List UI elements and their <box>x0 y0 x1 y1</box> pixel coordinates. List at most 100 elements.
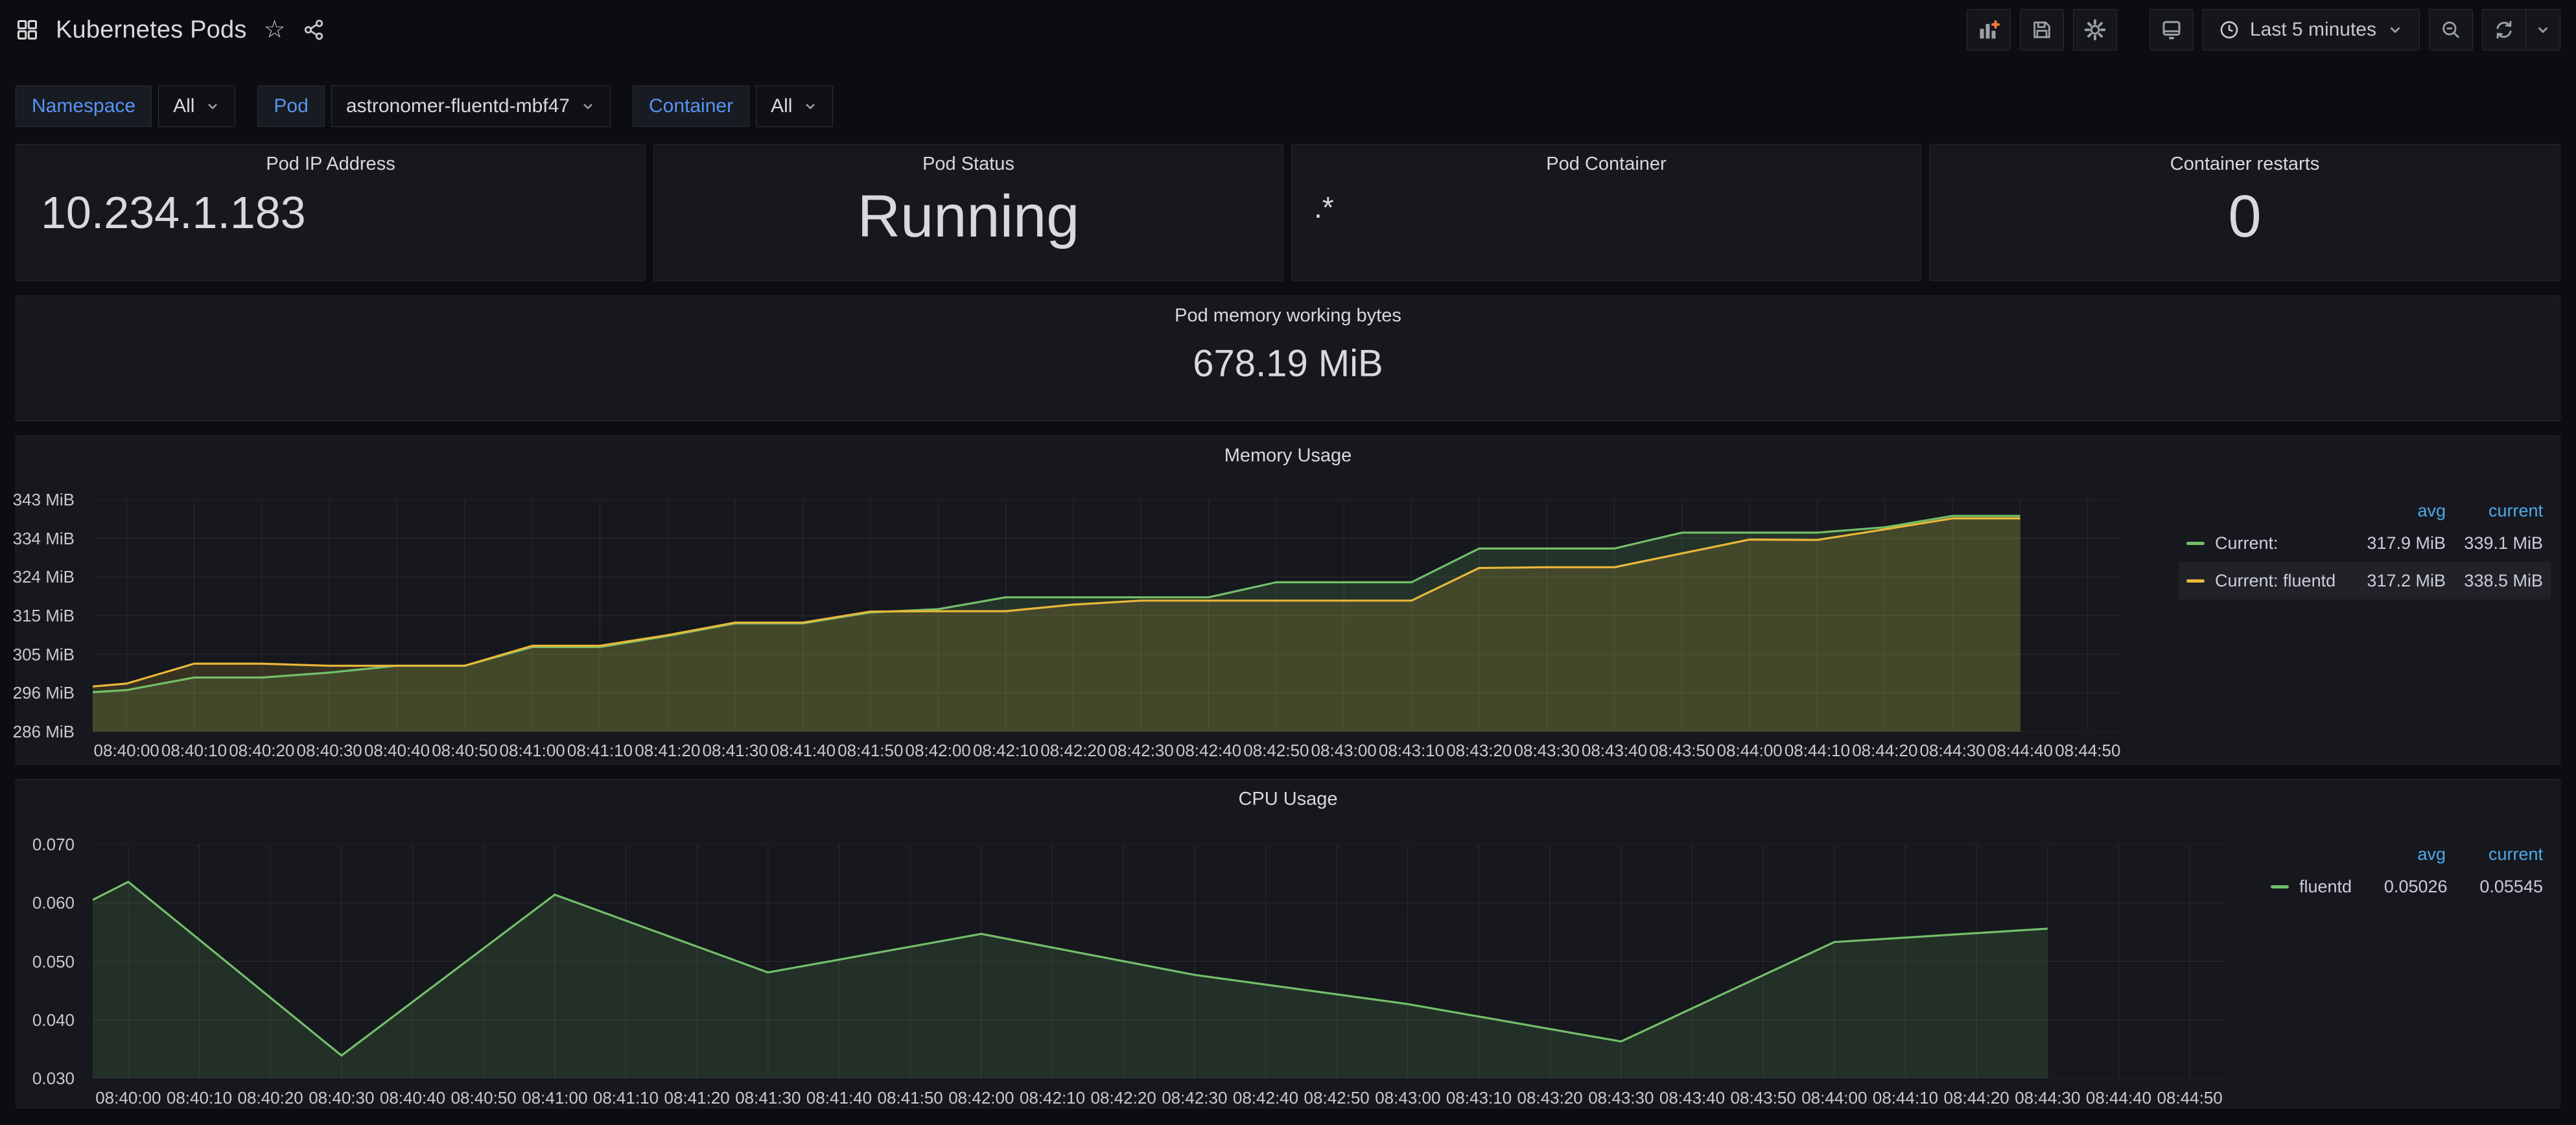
panel-title[interactable]: Pod memory working bytes <box>16 301 2560 330</box>
variable-dropdown-namespace[interactable]: All <box>158 86 235 127</box>
legend-row[interactable]: Current:317.9 MiB339.1 MiB <box>2179 524 2551 562</box>
panel-title[interactable]: Pod Status <box>654 150 1283 178</box>
refresh-button[interactable] <box>2483 10 2526 50</box>
series-color-dash <box>2186 542 2205 545</box>
memory-usage-chart[interactable] <box>93 500 2122 732</box>
save-dashboard-button[interactable] <box>2020 9 2064 51</box>
y-axis-label: 305 MiB <box>13 645 75 664</box>
x-axis-label: 08:44:00 <box>1717 741 1783 761</box>
series-color-dash <box>2271 885 2289 888</box>
x-axis-label: 08:41:40 <box>770 741 836 761</box>
legend-current-value: 0.05545 <box>2448 877 2543 897</box>
chart-canvas[interactable] <box>93 500 2122 732</box>
series-name[interactable]: fluentd <box>2299 877 2352 897</box>
star-icon[interactable]: ☆ <box>264 17 286 42</box>
legend-header-current[interactable]: current <box>2446 501 2543 521</box>
variable-pod: Pod astronomer-fluentd-mbf47 <box>257 86 611 127</box>
x-axis-label: 08:40:40 <box>364 741 430 761</box>
legend-header-avg[interactable]: avg <box>2348 501 2446 521</box>
variable-label-container[interactable]: Container <box>633 86 749 127</box>
chevron-down-icon <box>205 99 220 114</box>
legend-avg-value: 0.05026 <box>2352 877 2447 897</box>
add-panel-button[interactable] <box>1967 9 2011 51</box>
x-axis-label: 08:40:30 <box>309 1088 374 1108</box>
x-axis-label: 08:41:20 <box>664 1088 730 1108</box>
x-axis: 08:40:0008:40:1008:40:2008:40:3008:40:40… <box>93 1085 2225 1108</box>
refresh-interval-dropdown[interactable] <box>2526 10 2560 50</box>
cycle-view-mode-button[interactable] <box>2149 9 2194 51</box>
x-axis-label: 08:42:00 <box>906 741 971 761</box>
x-axis: 08:40:0008:40:1008:40:2008:40:3008:40:40… <box>93 738 2122 760</box>
dashboard-grid-icon[interactable] <box>16 18 39 41</box>
dashboard-title[interactable]: Kubernetes Pods <box>56 16 247 44</box>
variable-label-namespace[interactable]: Namespace <box>16 86 152 127</box>
x-axis-label: 08:41:10 <box>567 741 633 761</box>
x-axis-label: 08:43:40 <box>1659 1088 1725 1108</box>
cpu-usage-chart[interactable] <box>93 844 2225 1078</box>
share-icon[interactable] <box>303 19 325 41</box>
chevron-down-icon <box>802 99 818 114</box>
x-axis-label: 08:42:10 <box>1020 1088 1085 1108</box>
variable-dropdown-pod[interactable]: astronomer-fluentd-mbf47 <box>331 86 611 127</box>
panel-title[interactable]: Pod Container <box>1292 150 1921 178</box>
x-axis-label: 08:41:50 <box>878 1088 943 1108</box>
x-axis-label: 08:41:30 <box>735 1088 801 1108</box>
stat-panel-pod-container: Pod Container .* <box>1291 144 1921 281</box>
dashboard-settings-button[interactable] <box>2073 9 2117 51</box>
variable-label-pod[interactable]: Pod <box>257 86 324 127</box>
x-axis-label: 08:41:00 <box>500 741 565 761</box>
y-axis-label: 334 MiB <box>13 529 75 548</box>
panel-title[interactable]: Pod IP Address <box>16 150 645 178</box>
x-axis-label: 08:42:50 <box>1304 1088 1370 1108</box>
variable-selected-value: All <box>173 95 194 117</box>
series-name[interactable]: Current: <box>2215 533 2278 553</box>
series-name[interactable]: Current: fluentd <box>2215 571 2336 591</box>
x-axis-label: 08:41:20 <box>635 741 700 761</box>
x-axis-label: 08:44:20 <box>1944 1088 2009 1108</box>
stat-value-pod-memory-working-bytes: 678.19 MiB <box>16 342 2560 385</box>
variable-selected-value: All <box>771 95 792 117</box>
y-axis: 0.0700.0600.0500.0400.030 <box>16 844 84 1078</box>
graph-panel-memory-usage: Memory Usage 343 MiB334 MiB324 MiB315 Mi… <box>16 435 2560 765</box>
x-axis-label: 08:43:40 <box>1582 741 1647 761</box>
x-axis-label: 08:44:10 <box>1785 741 1850 761</box>
time-range-picker[interactable]: Last 5 minutes <box>2203 9 2420 51</box>
variable-namespace: Namespace All <box>16 86 235 127</box>
x-axis-label: 08:41:10 <box>593 1088 659 1108</box>
stat-value-pod-ip: 10.234.1.183 <box>41 187 306 238</box>
x-axis-label: 08:42:40 <box>1176 741 1241 761</box>
template-variables-row: Namespace All Pod astronomer-fluentd-mbf47 C… <box>16 86 855 127</box>
panel-title[interactable]: CPU Usage <box>16 785 2560 813</box>
x-axis-label: 08:40:10 <box>167 1088 232 1108</box>
x-axis-label: 08:43:50 <box>1731 1088 1796 1108</box>
variable-dropdown-container[interactable]: All <box>756 86 833 127</box>
x-axis-label: 08:42:40 <box>1233 1088 1298 1108</box>
y-axis-label: 0.030 <box>32 1069 75 1088</box>
x-axis-label: 08:40:10 <box>161 741 227 761</box>
x-axis-label: 08:40:30 <box>297 741 362 761</box>
variable-selected-value: astronomer-fluentd-mbf47 <box>346 95 570 117</box>
x-axis-label: 08:41:00 <box>522 1088 587 1108</box>
panel-title[interactable]: Container restarts <box>1930 150 2560 178</box>
legend-header-avg[interactable]: avg <box>2348 844 2446 864</box>
x-axis-label: 08:42:30 <box>1108 741 1174 761</box>
x-axis-label: 08:44:40 <box>2086 1088 2151 1108</box>
legend-header-current[interactable]: current <box>2446 844 2543 864</box>
stat-panel-container-restarts: Container restarts 0 <box>1929 144 2560 281</box>
x-axis-label: 08:43:20 <box>1446 741 1512 761</box>
stat-value-pod-status: Running <box>654 183 1283 251</box>
zoom-out-button[interactable] <box>2429 9 2473 51</box>
x-axis-label: 08:40:20 <box>229 741 294 761</box>
refresh-control <box>2482 9 2560 51</box>
panel-title[interactable]: Memory Usage <box>16 441 2560 470</box>
y-axis-label: 286 MiB <box>13 722 75 741</box>
graph-panel-cpu-usage: CPU Usage 0.0700.0600.0500.0400.030 08:4… <box>16 779 2560 1108</box>
x-axis-label: 08:42:20 <box>1040 741 1106 761</box>
x-axis-label: 08:40:20 <box>238 1088 303 1108</box>
chart-canvas[interactable] <box>93 844 2225 1078</box>
x-axis-label: 08:43:50 <box>1649 741 1715 761</box>
legend-row[interactable]: Current: fluentd317.2 MiB338.5 MiB <box>2179 562 2551 599</box>
stat-panel-pod-status: Pod Status Running <box>653 144 1283 281</box>
legend-row[interactable]: fluentd0.050260.05545 <box>2263 868 2551 905</box>
y-axis-label: 0.040 <box>32 1010 75 1030</box>
